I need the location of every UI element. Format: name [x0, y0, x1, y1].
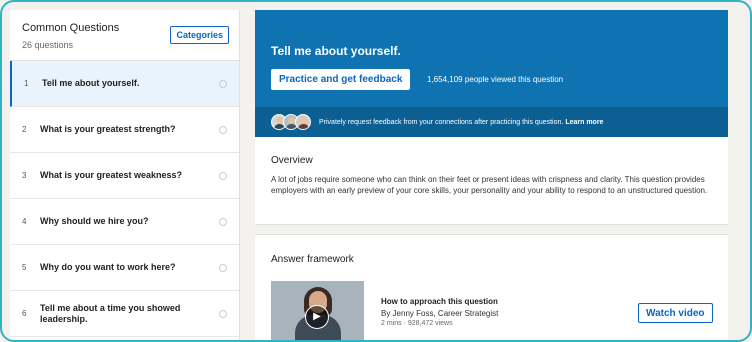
practice-button[interactable]: Practice and get feedback — [271, 69, 411, 90]
question-text: Tell me about yourself. — [42, 78, 140, 88]
status-circle-icon — [219, 171, 227, 180]
sidebar-header: Common Questions 26 questions Categories — [10, 10, 239, 61]
question-text: Tell me about a time you showed leadersh… — [40, 302, 181, 324]
video-meta: 2 mins · 928,472 views — [381, 320, 453, 327]
question-item-3[interactable]: 3 What is your greatest weakness? — [10, 153, 239, 199]
question-number: 5 — [22, 263, 27, 272]
question-item-2[interactable]: 2 What is your greatest strength? — [10, 107, 239, 153]
question-number: 1 — [24, 79, 29, 88]
question-text: What is your greatest weakness? — [40, 170, 183, 180]
status-circle-icon — [219, 263, 227, 272]
play-icon[interactable]: ▶ — [305, 305, 329, 329]
question-item-1[interactable]: 1 Tell me about yourself. — [10, 61, 239, 107]
learn-more-link[interactable]: Learn more — [565, 119, 603, 126]
feedback-message: Privately request feedback from your con… — [319, 118, 564, 126]
app-frame: Common Questions 26 questions Categories… — [0, 0, 752, 342]
question-number: 2 — [22, 125, 27, 134]
framework-title: Answer framework — [271, 254, 354, 265]
video-author: By Jenny Foss, Career Strategist — [381, 309, 499, 318]
video-thumbnail[interactable]: ▶ — [271, 281, 364, 340]
question-text: What is your greatest strength? — [40, 124, 176, 134]
feedback-text: Privately request feedback from your con… — [319, 119, 603, 126]
feedback-banner: Privately request feedback from your con… — [255, 107, 728, 137]
question-number: 6 — [22, 309, 27, 318]
question-number: 3 — [22, 171, 27, 180]
question-hero: Tell me about yourself. Practice and get… — [255, 10, 728, 107]
status-circle-icon — [219, 309, 227, 318]
view-count: 1,654,109 people viewed this question — [427, 75, 564, 84]
video-title: How to approach this question — [381, 297, 498, 306]
overview-body: A lot of jobs require someone who can th… — [271, 175, 708, 195]
question-item-6[interactable]: 6 Tell me about a time you showed leader… — [10, 291, 239, 337]
watch-video-button[interactable]: Watch video — [638, 303, 713, 323]
connection-avatars — [271, 114, 311, 130]
status-circle-icon — [219, 79, 227, 88]
answer-framework-section: Answer framework ▶ How to approach this … — [255, 234, 728, 340]
status-circle-icon — [219, 217, 227, 226]
overview-title: Overview — [271, 155, 313, 166]
status-circle-icon — [219, 125, 227, 134]
questions-sidebar: Common Questions 26 questions Categories… — [10, 10, 240, 340]
question-number: 4 — [22, 217, 27, 226]
question-item-5[interactable]: 5 Why do you want to work here? — [10, 245, 239, 291]
question-text: Why should we hire you? — [40, 216, 149, 226]
question-detail: Tell me about yourself. Practice and get… — [255, 10, 728, 225]
question-text: Why do you want to work here? — [40, 262, 176, 272]
categories-button[interactable]: Categories — [170, 26, 229, 44]
overview-section: Overview A lot of jobs require someone w… — [255, 137, 728, 225]
question-item-4[interactable]: 4 Why should we hire you? — [10, 199, 239, 245]
question-title: Tell me about yourself. — [271, 44, 401, 58]
avatar — [295, 114, 311, 130]
